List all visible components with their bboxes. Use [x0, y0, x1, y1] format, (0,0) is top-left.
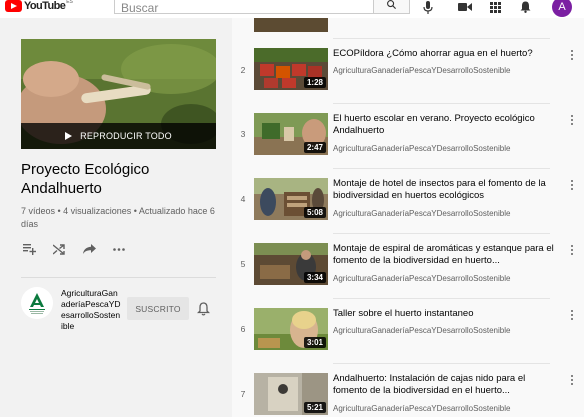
account-avatar[interactable]: A [552, 0, 572, 17]
search-icon [387, 0, 397, 10]
video-title[interactable]: ECOPíldora ¿Cómo ahorrar agua en el huer… [333, 48, 555, 61]
row-separator [333, 298, 550, 299]
subscribed-button[interactable]: SUSCRITO [127, 297, 189, 320]
playlist-sidebar: REPRODUCIR TODO Proyecto Ecológico Andal… [0, 18, 232, 417]
play-all-button[interactable]: REPRODUCIR TODO [21, 123, 216, 149]
owner-divider [21, 277, 216, 278]
apps-icon[interactable] [488, 0, 502, 14]
video-index: 6 [240, 324, 246, 334]
video-channel[interactable]: AgriculturaGanaderíaPescaYDesarrolloSost… [333, 404, 510, 413]
video-title[interactable]: Taller sobre el huerto instantaneo [333, 308, 555, 321]
playlist-video-row[interactable]: 2 1:28 ECOPíldora ¿Cómo ahorrar agua en … [232, 46, 584, 110]
row-separator [333, 103, 550, 104]
country-code: ES [66, 0, 73, 5]
video-duration: 3:34 [303, 272, 326, 283]
video-thumbnail[interactable]: 3:01 [254, 308, 328, 350]
search-button[interactable] [374, 0, 410, 14]
shuffle-icon[interactable] [51, 241, 67, 257]
search-input[interactable] [121, 1, 361, 15]
video-thumbnail[interactable]: 5:08 [254, 178, 328, 220]
video-title[interactable]: Montaje de hotel de insectos para el fom… [333, 178, 555, 203]
play-all-label: REPRODUCIR TODO [80, 131, 172, 141]
playlist-stats: 7 vídeos • 4 visualizaciones • Actualiza… [21, 206, 215, 229]
channel-avatar[interactable] [21, 287, 53, 319]
create-video-icon[interactable] [458, 0, 472, 14]
share-icon[interactable] [81, 241, 97, 257]
video-thumbnail[interactable]: 2:47 [254, 113, 328, 155]
playlist-video-row[interactable]: 5 3:34 Montaje de espiral de aromáticas … [232, 241, 584, 305]
playlist-video-row[interactable]: 4 5:08 Montaje de hotel de insectos para… [232, 176, 584, 240]
video-more-icon[interactable] [567, 373, 577, 387]
video-duration: 2:47 [303, 142, 326, 153]
thumbnail-image [254, 18, 328, 32]
video-channel[interactable]: AgriculturaGanaderíaPescaYDesarrolloSost… [333, 274, 510, 283]
video-title[interactable]: El huerto escolar en verano. Proyecto ec… [333, 113, 555, 138]
row-separator [333, 363, 550, 364]
search-box [114, 0, 374, 15]
notifications-icon[interactable] [518, 0, 532, 14]
row-separator [333, 38, 550, 39]
playlist-video-row[interactable]: 7 5:21 Andalhuerto: Instalación de cajas… [232, 371, 584, 417]
row-separator [333, 233, 550, 234]
video-channel[interactable]: AgriculturaGanaderíaPescaYDesarrolloSost… [333, 144, 510, 153]
notification-bell-icon[interactable] [196, 302, 211, 316]
playlist-thumbnail[interactable]: REPRODUCIR TODO [21, 39, 216, 149]
video-thumbnail[interactable]: 3:34 [254, 243, 328, 285]
video-more-icon[interactable] [567, 113, 577, 127]
video-channel[interactable]: AgriculturaGanaderíaPescaYDesarrolloSost… [333, 326, 510, 335]
video-thumbnail[interactable]: 5:21 [254, 373, 328, 415]
logo-text: YouTube [24, 0, 66, 12]
microphone-icon[interactable] [421, 0, 435, 14]
video-index: 2 [240, 65, 246, 75]
playlist-actions [21, 241, 141, 257]
channel-name[interactable]: AgriculturaGanaderíaPescaYDesarrolloSost… [61, 288, 121, 332]
playlist-video-row[interactable]: 6 3:01 Taller sobre el huerto instantane… [232, 306, 584, 370]
video-duration: 5:08 [303, 207, 326, 218]
row-separator [333, 168, 550, 169]
video-more-icon[interactable] [567, 178, 577, 192]
video-thumbnail[interactable] [254, 18, 328, 32]
video-title[interactable]: Montaje de espiral de aromáticas y estan… [333, 243, 555, 268]
youtube-logo[interactable]: YouTube ES [5, 0, 73, 12]
playlist-video-list: 2 1:28 ECOPíldora ¿Cómo ahorrar agua en … [232, 18, 584, 417]
video-index: 7 [240, 389, 246, 399]
play-icon [65, 132, 73, 140]
video-index: 5 [240, 259, 246, 269]
video-more-icon[interactable] [567, 308, 577, 322]
video-title[interactable]: Andalhuerto: Instalación de cajas nido p… [333, 373, 555, 398]
video-duration: 3:01 [303, 337, 326, 348]
video-more-icon[interactable] [567, 243, 577, 257]
more-icon[interactable] [111, 241, 127, 257]
video-more-icon[interactable] [567, 48, 577, 62]
video-index: 4 [240, 194, 246, 204]
playlist-title[interactable]: Proyecto Ecológico Andalhuerto [21, 160, 221, 198]
video-channel[interactable]: AgriculturaGanaderíaPescaYDesarrolloSost… [333, 66, 510, 75]
junta-andalucia-logo-icon [21, 287, 53, 319]
video-thumbnail[interactable]: 1:28 [254, 48, 328, 90]
video-duration: 1:28 [303, 77, 326, 88]
add-to-queue-icon[interactable] [21, 241, 37, 257]
video-channel[interactable]: AgriculturaGanaderíaPescaYDesarrolloSost… [333, 209, 510, 218]
video-index: 3 [240, 129, 246, 139]
youtube-play-icon [5, 0, 22, 12]
top-bar: YouTube ES A [0, 0, 584, 18]
video-duration: 5:21 [303, 402, 326, 413]
playlist-video-row[interactable]: 3 2:47 El huerto escolar en verano. Proy… [232, 111, 584, 175]
